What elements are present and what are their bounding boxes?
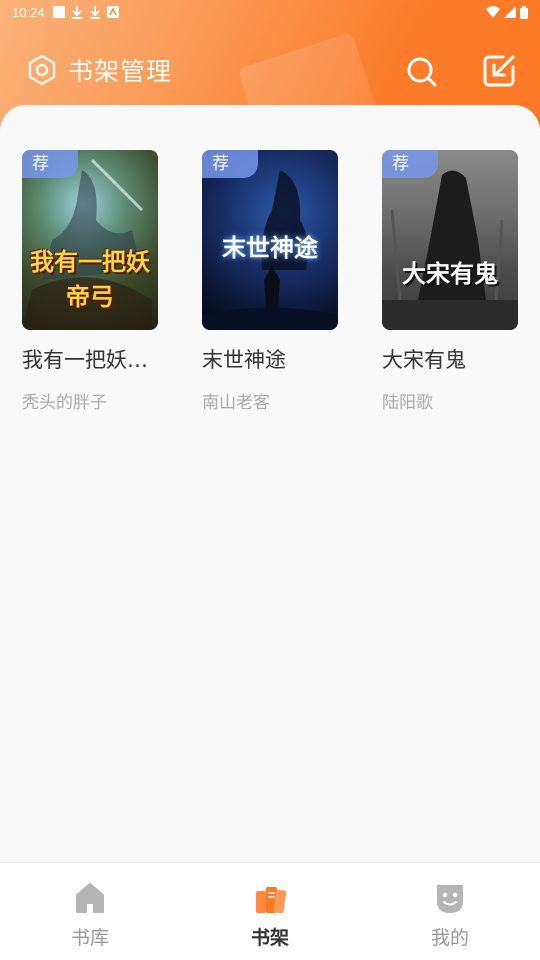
- cover-title-text: 末世神途: [222, 233, 318, 262]
- bookshelf-manage-button[interactable]: 书架管理: [26, 52, 172, 88]
- bookshelf-manage-label: 书架管理: [68, 57, 173, 86]
- book-author: 秃头的胖子: [22, 393, 107, 413]
- book-title: 大宋有鬼: [382, 348, 466, 372]
- book-item[interactable]: 荐 末世神途 末世神途 南山老客: [202, 150, 340, 413]
- recommend-badge: 荐: [382, 150, 438, 178]
- download-icon: [71, 6, 82, 19]
- system-icons: [486, 5, 528, 19]
- recommend-badge: 荐: [22, 150, 78, 178]
- home-icon: [76, 883, 104, 913]
- search-button[interactable]: [404, 54, 440, 90]
- book-cover[interactable]: 荐 大宋有鬼: [382, 150, 518, 330]
- tab-profile[interactable]: 我的: [410, 881, 490, 950]
- book-cover[interactable]: 荐 我有一把妖帝弓: [22, 150, 158, 330]
- wifi-icon: [486, 6, 500, 18]
- tab-bookshelf-label: 书架: [250, 927, 289, 949]
- battery-icon: [520, 5, 528, 19]
- toolbar: 书架管理: [0, 40, 540, 100]
- download-icon: [89, 6, 100, 19]
- cover-title-text: 大宋有鬼: [402, 259, 498, 288]
- books-icon: [256, 887, 287, 914]
- recommend-badge: 荐: [202, 150, 258, 178]
- book-item[interactable]: 荐 大宋有鬼 大宋有鬼 陆阳歌: [382, 150, 520, 413]
- face-icon: [437, 885, 463, 913]
- book-title: 我有一把妖…: [22, 348, 148, 372]
- tab-library[interactable]: 书库: [50, 881, 130, 950]
- book-item[interactable]: 荐 我有一把妖帝弓 我有一把妖… 秃头的胖子: [22, 150, 160, 413]
- import-button[interactable]: [481, 53, 517, 89]
- tab-bookshelf[interactable]: 书架: [230, 881, 310, 950]
- book-author: 南山老客: [202, 393, 270, 413]
- bottom-navigation: 书库 书架 我的: [0, 862, 540, 960]
- status-bar: 10:24: [0, 0, 540, 24]
- bookshelf-content: 荐 我有一把妖帝弓 我有一把妖… 秃头的胖子 荐 末世神途 末世神途 南山老客: [0, 105, 540, 862]
- book-title: 末世神途: [202, 348, 286, 372]
- notification-square-icon: [52, 6, 65, 18]
- notification-icons: [52, 5, 119, 19]
- settings-hex-icon: [28, 54, 56, 86]
- import-arrow-icon: [483, 55, 515, 87]
- tab-library-label: 书库: [70, 927, 109, 949]
- search-icon: [407, 57, 437, 87]
- tab-profile-label: 我的: [430, 927, 469, 949]
- signal-icon: [504, 6, 516, 18]
- cover-title-text: 我有一把妖帝弓: [30, 247, 150, 311]
- app-notification-icon: [106, 6, 119, 18]
- book-cover[interactable]: 荐 末世神途: [202, 150, 338, 330]
- status-time: 10:24: [12, 4, 45, 20]
- book-author: 陆阳歌: [382, 393, 433, 413]
